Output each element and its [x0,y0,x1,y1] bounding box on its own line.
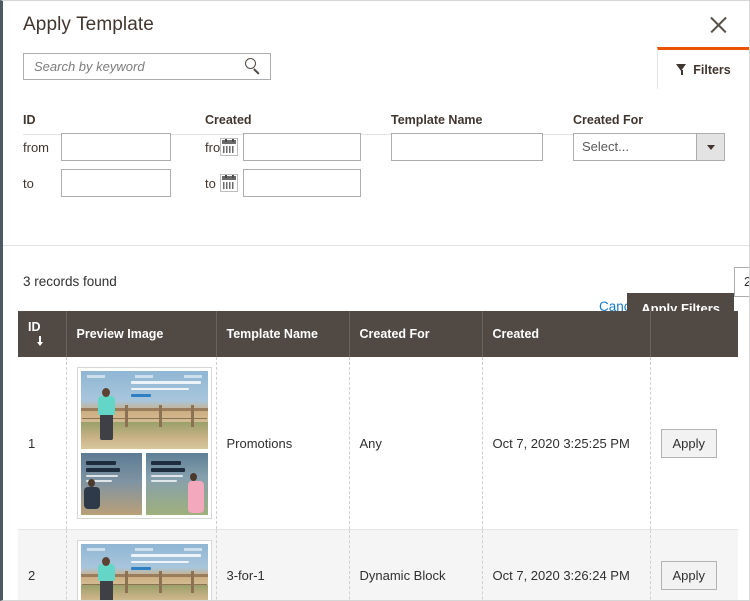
cell-created-for: Dynamic Block [349,530,482,601]
hero-banner-image [81,371,208,449]
template-name-input[interactable] [391,133,543,161]
grid-header-row: ID Preview Image Template Name Created F… [18,311,738,357]
page-title: Apply Template [23,14,154,36]
table-row[interactable]: 1 [18,357,738,530]
tab-filters[interactable]: Filters [657,47,749,89]
cell-created: Oct 7, 2020 3:25:25 PM [482,357,650,530]
filter-panel: ID from to Created from to Template Name… [3,89,749,246]
cell-preview-image[interactable] [66,530,216,601]
cell-action: Apply [650,530,738,601]
tab-filters-label: Filters [693,63,731,77]
cell-action: Apply [650,357,738,530]
search-icon[interactable] [245,58,262,75]
calendar-icon[interactable] [220,138,238,156]
filter-group-label-created-for: Created For [573,113,643,127]
promo-tile-gear-sale [146,453,208,515]
modal-title-bar: Apply Template [3,1,749,47]
records-found-text: 3 records found [23,274,117,289]
created-to-label: to [205,176,216,191]
search-input[interactable] [32,54,232,79]
apply-button[interactable]: Apply [661,561,718,590]
preview-thumbnail[interactable] [77,367,212,519]
cell-created: Oct 7, 2020 3:26:24 PM [482,530,650,601]
created-for-select[interactable]: Select... [573,133,725,161]
id-from-input[interactable] [61,133,171,161]
calendar-icon[interactable] [220,174,238,192]
filter-group-label-template-name: Template Name [391,113,482,127]
templates-grid: ID Preview Image Template Name Created F… [18,311,738,601]
cell-created-for: Any [349,357,482,530]
search-box[interactable] [23,53,271,80]
filter-group-label-id: ID [23,113,36,127]
column-header-created-for[interactable]: Created For [349,311,482,357]
id-from-label: from [23,140,49,155]
close-icon[interactable] [705,12,731,38]
cell-id: 1 [18,357,66,530]
column-header-preview-image[interactable]: Preview Image [66,311,216,357]
cell-preview-image[interactable] [66,357,216,530]
id-to-label: to [23,176,34,191]
per-page-select[interactable]: 20 [734,267,750,297]
hero-banner-image [81,544,208,601]
column-header-actions [650,311,738,357]
column-header-id-label: ID [28,320,41,334]
column-header-created[interactable]: Created [482,311,650,357]
chevron-down-icon[interactable] [696,134,724,160]
promo-tile-hoodies [81,453,143,515]
preview-thumbnail[interactable] [77,540,212,601]
cell-template-name: 3-for-1 [216,530,349,601]
created-for-selected-value: Select... [582,139,629,154]
search-row [3,47,749,89]
sort-descending-icon [36,336,44,347]
funnel-icon [676,64,687,75]
promo-tiles [81,453,208,515]
created-to-input[interactable] [243,169,361,197]
cell-id: 2 [18,530,66,601]
apply-button[interactable]: Apply [661,429,718,458]
column-header-template-name[interactable]: Template Name [216,311,349,357]
id-to-input[interactable] [61,169,171,197]
per-page-value: 20 [744,274,750,289]
created-from-input[interactable] [243,133,361,161]
column-header-id[interactable]: ID [18,311,66,357]
table-row[interactable]: 2 [18,530,738,601]
cell-template-name: Promotions [216,357,349,530]
apply-template-modal: Apply Template Filters ID from to Create… [0,0,750,601]
filter-group-label-created: Created [205,113,252,127]
